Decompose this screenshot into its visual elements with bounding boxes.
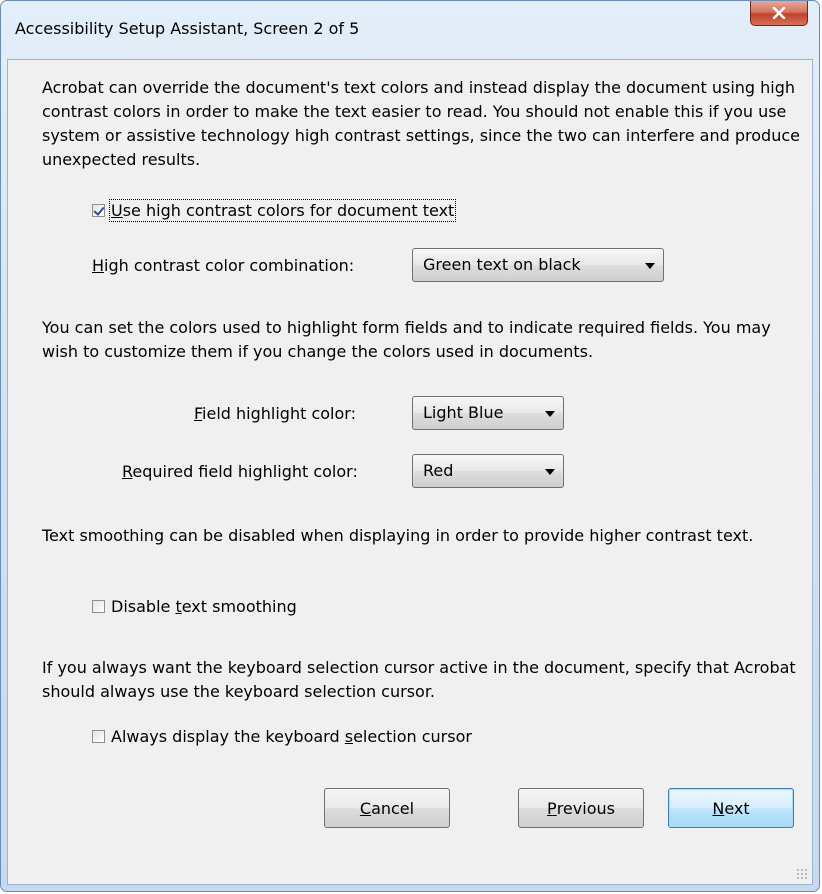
high-contrast-checkbox-row[interactable]: Use high contrast colors for document te… [92, 199, 457, 222]
close-icon [772, 7, 786, 19]
title-bar[interactable]: Accessibility Setup Assistant, Screen 2 … [1, 1, 819, 59]
window-title: Accessibility Setup Assistant, Screen 2 … [15, 19, 360, 38]
field-highlight-select[interactable]: Light Blue [412, 396, 564, 430]
disable-text-smoothing-label[interactable]: Disable text smoothing [111, 597, 297, 616]
chevron-down-icon [645, 263, 655, 269]
form-field-colors-description: You can set the colors used to highlight… [42, 318, 771, 361]
disable-text-smoothing-checkbox[interactable] [92, 600, 105, 613]
high-contrast-description: Acrobat can override the document's text… [42, 78, 800, 169]
field-highlight-value: Light Blue [423, 403, 504, 422]
field-highlight-label: Field highlight color: [194, 404, 356, 423]
keyboard-cursor-description: If you always want the keyboard selectio… [42, 658, 796, 701]
close-button[interactable] [750, 1, 808, 26]
keyboard-cursor-label[interactable]: Always display the keyboard selection cu… [111, 727, 472, 746]
required-field-highlight-value: Red [423, 461, 454, 480]
chevron-down-icon [545, 411, 555, 417]
required-field-highlight-label: Required field highlight color: [122, 462, 358, 481]
disable-text-smoothing-row[interactable]: Disable text smoothing [92, 597, 297, 616]
resize-grip[interactable] [796, 868, 808, 880]
high-contrast-checkbox[interactable] [92, 204, 105, 217]
color-combination-select[interactable]: Green text on black [412, 248, 664, 282]
color-combination-label: High contrast color combination: [92, 256, 355, 275]
high-contrast-checkbox-label[interactable]: Use high contrast colors for document te… [108, 199, 457, 222]
keyboard-cursor-checkbox[interactable] [92, 730, 105, 743]
required-field-highlight-select[interactable]: Red [412, 454, 564, 488]
color-combination-value: Green text on black [423, 255, 581, 274]
previous-button[interactable]: Previous [518, 788, 644, 828]
next-button[interactable]: Next [668, 788, 794, 828]
dialog-content: Acrobat can override the document's text… [7, 59, 813, 885]
cancel-button[interactable]: Cancel [324, 788, 450, 828]
text-smoothing-description: Text smoothing can be disabled when disp… [42, 526, 754, 545]
chevron-down-icon [545, 469, 555, 475]
keyboard-cursor-row[interactable]: Always display the keyboard selection cu… [92, 727, 472, 746]
dialog-window: Accessibility Setup Assistant, Screen 2 … [0, 0, 820, 892]
